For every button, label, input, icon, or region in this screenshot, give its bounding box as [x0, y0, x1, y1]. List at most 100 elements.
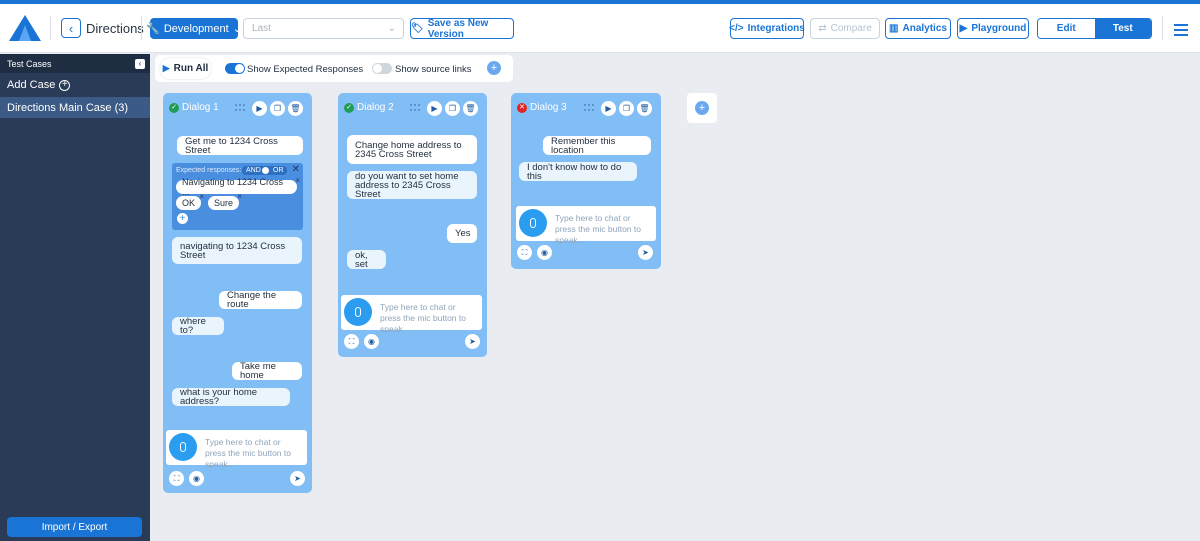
playground-button[interactable]: ▶ Playground [957, 18, 1029, 39]
version-select[interactable]: Last ⌄ [243, 18, 404, 39]
add-case-button[interactable]: Add Case + [0, 73, 150, 97]
mode-toggle: Edit Test [1037, 18, 1152, 39]
sidebar-item-directions-main-case[interactable]: Directions Main Case (3) [0, 97, 150, 118]
sidebar-item-label: Directions Main Case (3) [7, 101, 129, 114]
chat-input[interactable]: Type here to chat or press the mic butto… [205, 437, 303, 470]
eye-icon[interactable]: ◉ [364, 334, 379, 349]
remove-chip-icon[interactable]: × [199, 192, 204, 201]
check-circle-icon: ✓ [344, 102, 354, 113]
development-label: Development [163, 22, 229, 35]
send-icon[interactable]: ➤ [290, 471, 305, 486]
wrench-icon: 🔧 [146, 23, 160, 35]
analytics-button[interactable]: ▥ Analytics [885, 18, 951, 39]
show-expected-toggle[interactable] [225, 63, 245, 74]
add-icon[interactable]: + [487, 61, 501, 75]
dialog-title: Dialog 2 [357, 102, 394, 113]
add-dialog-button[interactable]: + [687, 93, 717, 123]
test-cases-sidebar: Test Cases ‹ Add Case + Directions Main … [0, 54, 150, 541]
drag-handle-icon[interactable] [410, 104, 420, 112]
play-circle-icon: ▶ [959, 23, 968, 34]
back-button[interactable]: ‹ [61, 18, 81, 38]
chat-input-box: Type here to chat or press the mic butto… [341, 295, 482, 334]
plus-circle-icon: + [695, 101, 709, 115]
dialog-actions: ▶ ❐ 🗑 [601, 101, 652, 116]
chip-label: OK [182, 198, 196, 208]
plus-circle-icon: + [59, 79, 71, 91]
dialog-actions: ▶ ❐ 🗑 [252, 101, 303, 116]
remove-chip-icon[interactable]: × [295, 176, 300, 185]
dialog-title: Dialog 3 [530, 102, 567, 113]
compare-label: Compare [830, 23, 872, 34]
dialog-header: ✕ Dialog 3 [517, 102, 567, 113]
dialog-actions: ▶ ❐ 🗑 [427, 101, 478, 116]
eye-icon[interactable]: ◉ [189, 471, 204, 486]
send-icon[interactable]: ➤ [638, 245, 653, 260]
error-circle-icon: ✕ [517, 102, 527, 113]
play-icon[interactable]: ▶ [427, 101, 442, 116]
bot-message: ok, set [347, 250, 386, 269]
microphone-icon [355, 307, 361, 317]
chevron-down-icon: ⌄ [387, 23, 396, 34]
hamburger-menu-icon[interactable] [1174, 24, 1188, 39]
copy-icon[interactable]: ❐ [445, 101, 460, 116]
close-icon[interactable]: ✕ [292, 164, 300, 175]
copy-icon[interactable]: ❐ [270, 101, 285, 116]
eye-icon[interactable]: ◉ [537, 245, 552, 260]
scan-face-icon[interactable]: ⛶ [169, 471, 184, 486]
microphone-button[interactable] [519, 209, 547, 237]
development-dropdown-button[interactable]: 🔧 Development ⌄ [146, 18, 242, 39]
run-all-button[interactable]: ▶ Run All [160, 58, 211, 79]
dialog-title: Dialog 1 [182, 102, 219, 113]
or-label: OR [273, 167, 284, 174]
integrations-button[interactable]: </> Integrations [729, 18, 805, 39]
chat-input-box: Type here to chat or press the mic butto… [166, 430, 307, 469]
run-all-label: Run All [173, 63, 209, 74]
integrations-label: Integrations [747, 23, 805, 34]
bot-message: what is your home address? [172, 388, 290, 406]
playground-label: Playground [971, 23, 1027, 34]
analytics-label: Analytics [902, 23, 947, 34]
and-or-toggle[interactable]: AND OR [242, 166, 287, 175]
add-expected-icon[interactable]: + [177, 213, 188, 224]
sidebar-header: Test Cases ‹ [0, 54, 150, 73]
microphone-button[interactable] [169, 433, 197, 461]
copy-icon[interactable]: ❐ [619, 101, 634, 116]
compare-button[interactable]: ⇄ Compare [810, 18, 880, 39]
tab-test[interactable]: Test [1094, 19, 1151, 38]
app-logo[interactable] [9, 15, 41, 41]
save-version-label: Save as New Version [427, 17, 489, 40]
expected-responses-label: Expected responses: [176, 167, 242, 174]
app-header: ‹ Directions 🔧 Development ⌄ Last ⌄ 🏷 Sa… [0, 4, 1200, 53]
play-icon[interactable]: ▶ [601, 101, 616, 116]
user-message: Change home address to 2345 Cross Street [347, 135, 477, 164]
tab-edit[interactable]: Edit [1038, 19, 1095, 38]
compare-icon: ⇄ [818, 23, 827, 34]
drag-handle-icon[interactable] [584, 104, 594, 112]
trash-icon[interactable]: 🗑 [637, 101, 652, 116]
bot-message: where to? [172, 317, 224, 335]
chat-input[interactable]: Type here to chat or press the mic butto… [380, 302, 478, 335]
dialog-header: ✓ Dialog 2 [344, 102, 394, 113]
drag-handle-icon[interactable] [235, 104, 245, 112]
trash-icon[interactable]: 🗑 [288, 101, 303, 116]
play-icon[interactable]: ▶ [252, 101, 267, 116]
bar-chart-icon: ▥ [889, 23, 899, 34]
send-icon[interactable]: ➤ [465, 334, 480, 349]
save-new-version-button[interactable]: 🏷 Save as New Version [410, 17, 514, 40]
chevron-left-icon: ‹ [68, 20, 74, 36]
collapse-sidebar-icon[interactable]: ‹ [135, 58, 145, 69]
chat-input[interactable]: Type here to chat or press the mic butto… [555, 213, 652, 246]
trash-icon[interactable]: 🗑 [463, 101, 478, 116]
expected-response-chip: OK × [176, 192, 204, 210]
microphone-button[interactable] [344, 298, 372, 326]
scan-face-icon[interactable]: ⛶ [344, 334, 359, 349]
import-export-button[interactable]: Import / Export [7, 517, 142, 537]
scan-face-icon[interactable]: ⛶ [517, 245, 532, 260]
microphone-icon [180, 442, 186, 452]
remove-chip-icon[interactable]: × [237, 192, 242, 201]
dialog-card: ✓ Dialog 1 ▶ ❐ 🗑 Get me to 1234 Cross St… [163, 93, 312, 493]
add-case-label: Add Case [7, 79, 56, 91]
show-source-links-toggle[interactable] [372, 63, 392, 74]
dialog-header: ✓ Dialog 1 [169, 102, 219, 113]
microphone-icon [530, 218, 536, 228]
